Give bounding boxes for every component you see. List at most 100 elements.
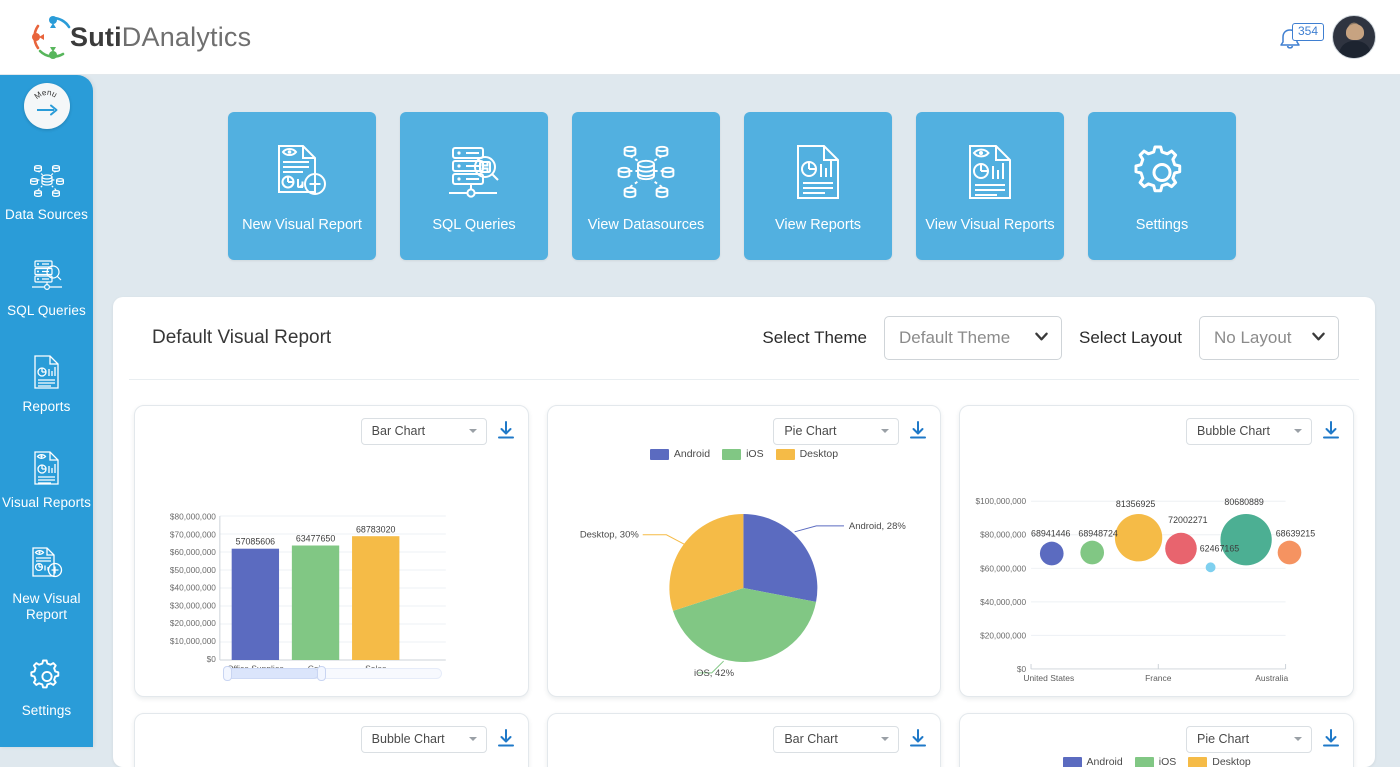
chart-type-select[interactable]: Bubble Chart: [1186, 418, 1312, 445]
sidebar-item-reports[interactable]: Reports: [0, 345, 93, 421]
y-tick-label: $70,000,000: [170, 530, 216, 539]
chart-cards-grid: Bar Chart: [113, 405, 1375, 767]
pie-chart-plot: Android, 28% iOS, 42% Desktop, 30%: [548, 484, 941, 697]
chart-type-value: Bar Chart: [784, 732, 838, 746]
sidebar-item-visual-reports[interactable]: Visual Reports: [0, 441, 93, 517]
chart-card-pie-1: Pie Chart Android iOS: [547, 405, 942, 697]
sidebar-item-data-sources[interactable]: Data Sources: [0, 153, 93, 229]
chart-type-select[interactable]: Bubble Chart: [361, 726, 487, 753]
bubble-value-label: 68948724: [1079, 529, 1118, 539]
slider-fill: [223, 668, 319, 679]
bubble-chart-plot: $100,000,000 $80,000,000 $60,000,000 $40…: [960, 446, 1353, 697]
bubble-point: [1278, 541, 1302, 565]
slider-handle-left[interactable]: [223, 666, 232, 681]
x-tick-label: France: [1145, 673, 1172, 683]
new-visual-report-icon: [29, 543, 65, 585]
y-tick-label: $40,000,000: [980, 598, 1026, 607]
datasource-network-icon: [27, 159, 67, 201]
legend-label: iOS: [1159, 756, 1177, 767]
sidebar-item-sql-queries[interactable]: SQL Queries: [0, 249, 93, 325]
sidebar-item-new-visual-report[interactable]: New Visual Report: [0, 537, 93, 629]
theme-select[interactable]: Default Theme: [884, 316, 1062, 360]
tile-view-reports[interactable]: View Reports: [744, 112, 892, 260]
legend-item[interactable]: iOS: [722, 448, 764, 460]
tile-label: SQL Queries: [426, 217, 521, 234]
quick-action-tiles: New Visual Report: [93, 75, 1400, 297]
download-icon[interactable]: [496, 420, 516, 442]
tile-view-visual-reports[interactable]: View Visual Reports: [916, 112, 1064, 260]
tile-new-visual-report[interactable]: New Visual Report: [228, 112, 376, 260]
download-icon[interactable]: [908, 420, 928, 442]
legend-label: Desktop: [800, 448, 839, 460]
legend-item[interactable]: Desktop: [1188, 756, 1251, 767]
chart-card-toolbar: Bubble Chart: [960, 406, 1353, 446]
y-tick-label: $50,000,000: [170, 566, 216, 575]
legend-swatch: [722, 449, 741, 460]
new-visual-report-icon: [271, 139, 333, 205]
legend-label: Android: [1087, 756, 1123, 767]
chart-range-slider[interactable]: [223, 666, 442, 680]
y-tick-label: $10,000,000: [170, 637, 216, 646]
visual-report-document-icon: [961, 139, 1019, 205]
chevron-down-icon: [881, 737, 889, 741]
slider-handle-right[interactable]: [317, 666, 326, 681]
sidebar-item-settings[interactable]: Settings: [0, 649, 93, 725]
sidebar-nav: Data Sources: [0, 153, 93, 744]
bar-value-label: 63477650: [296, 533, 335, 543]
y-tick-label: $60,000,000: [170, 548, 216, 557]
sidebar-item-label: Reports: [23, 399, 71, 415]
chart-card-toolbar: Bubble Chart: [135, 714, 528, 754]
avatar[interactable]: [1332, 15, 1376, 59]
tile-settings[interactable]: Settings: [1088, 112, 1236, 260]
tile-label: View Visual Reports: [919, 217, 1060, 234]
chart-card-toolbar: Pie Chart: [960, 714, 1353, 754]
gear-icon: [1131, 139, 1193, 205]
legend-swatch: [776, 449, 795, 460]
legend-item[interactable]: iOS: [1135, 756, 1177, 767]
bubble-value-label: 68941446: [1031, 529, 1070, 539]
tile-label: View Reports: [769, 217, 867, 234]
tile-sql-queries[interactable]: SQL Queries: [400, 112, 548, 260]
notification-badge: 354: [1292, 23, 1324, 41]
notifications-button[interactable]: 354: [1276, 15, 1316, 59]
topbar-actions: 354: [1276, 15, 1376, 59]
y-tick-label: $80,000,000: [980, 531, 1026, 540]
app-logo[interactable]: SutiDAnalytics: [30, 14, 251, 60]
chart-type-select[interactable]: Pie Chart: [1186, 726, 1312, 753]
legend-item[interactable]: Android: [1063, 756, 1123, 767]
pie-legend: Android iOS Desktop: [548, 448, 941, 460]
chevron-down-icon: [469, 429, 477, 433]
chart-card-bubble-2: Bubble Chart: [134, 713, 529, 767]
download-icon[interactable]: [1321, 420, 1341, 442]
bubble-point: [1081, 541, 1105, 565]
datasource-network-icon: [613, 139, 679, 205]
legend-label: Android: [674, 448, 710, 460]
legend-item[interactable]: Desktop: [776, 448, 839, 460]
legend-label: iOS: [746, 448, 764, 460]
y-tick-label: $40,000,000: [170, 584, 216, 593]
bubble-point: [1166, 533, 1198, 565]
database-search-icon: [443, 139, 505, 205]
bubble-point: [1221, 514, 1272, 565]
logo-text-bold: Suti: [70, 22, 122, 52]
theme-label: Select Theme: [762, 328, 867, 348]
tile-view-datasources[interactable]: View Datasources: [572, 112, 720, 260]
pie-value-label: Android, 28%: [849, 521, 906, 532]
bubble-value-label: 62467165: [1200, 544, 1239, 554]
pie-slice-android: [743, 514, 817, 602]
y-tick-label: $30,000,000: [170, 601, 216, 610]
chart-type-select[interactable]: Bar Chart: [361, 418, 487, 445]
legend-item[interactable]: Android: [650, 448, 710, 460]
chart-type-select[interactable]: Bar Chart: [773, 726, 899, 753]
chart-type-value: Pie Chart: [784, 424, 836, 438]
chart-type-value: Pie Chart: [1197, 732, 1249, 746]
chart-card-bubble-1: Bubble Chart $100,0: [959, 405, 1354, 697]
gear-icon: [28, 655, 66, 697]
layout-select[interactable]: No Layout: [1199, 316, 1339, 360]
top-bar: SutiDAnalytics 354: [0, 0, 1400, 75]
menu-toggle-button[interactable]: Menu: [24, 83, 70, 129]
tile-label: View Datasources: [582, 217, 711, 234]
chart-type-select[interactable]: Pie Chart: [773, 418, 899, 445]
y-tick-label: $80,000,000: [170, 513, 216, 522]
chevron-down-icon: [1311, 329, 1326, 344]
